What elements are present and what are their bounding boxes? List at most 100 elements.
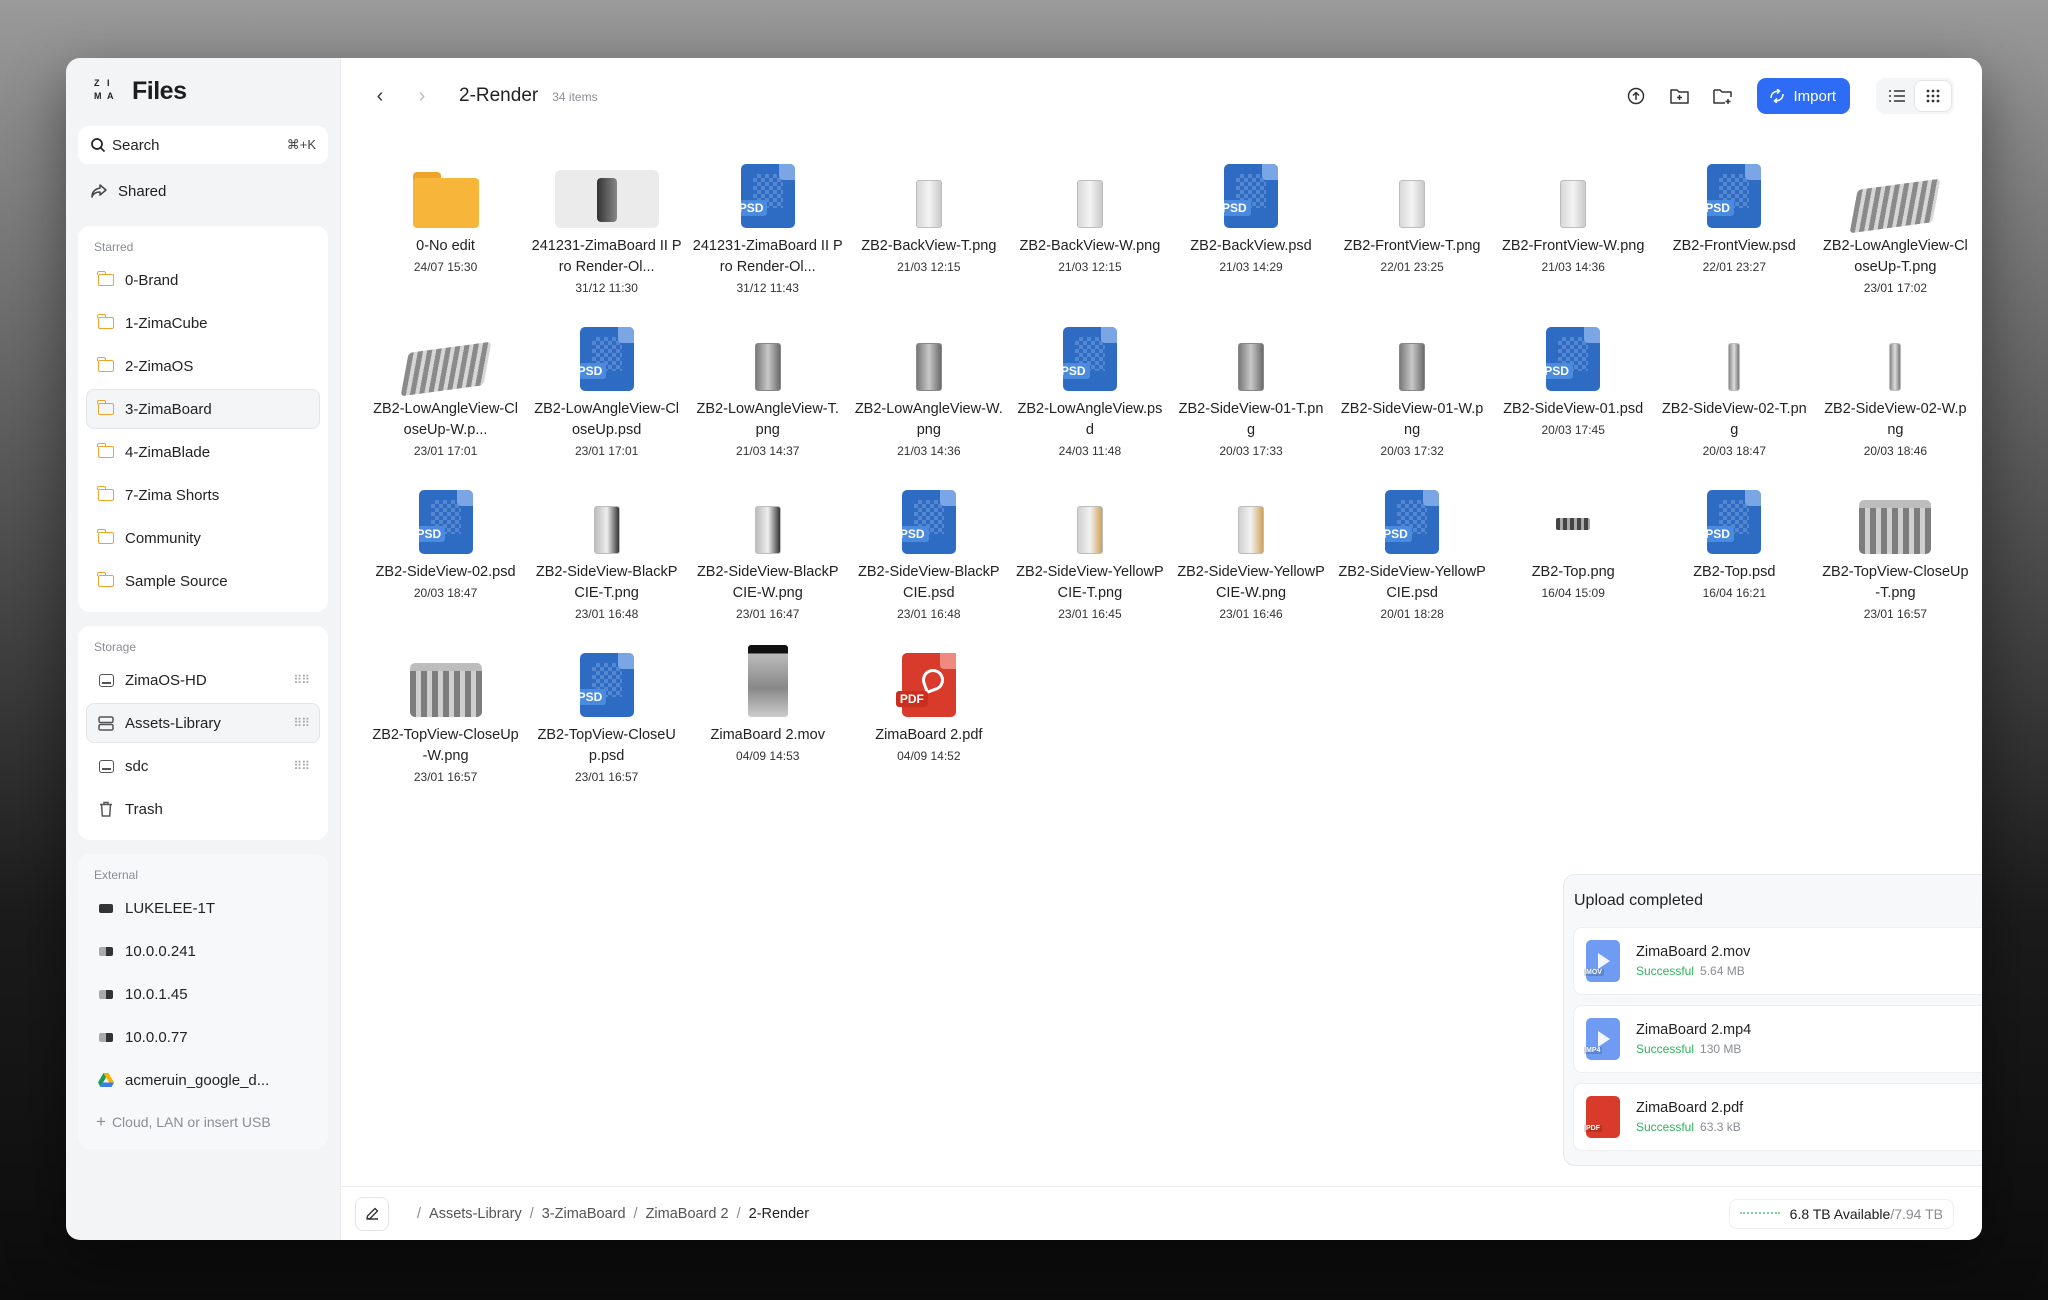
sidebar-item-2-zimaos[interactable]: 2-ZimaOS: [86, 346, 320, 386]
file-tile[interactable]: ZB2-LowAngleView-CloseUp-T.png 23/01 17:0…: [1815, 154, 1976, 295]
upload-button[interactable]: [1619, 79, 1653, 113]
sidebar-item-sdc[interactable]: sdc ⠿⠿: [86, 746, 320, 786]
edit-path-button[interactable]: [355, 1196, 389, 1231]
file-name: ZB2-SideView-01-W.png: [1340, 401, 1484, 438]
file-tile[interactable]: 0-No edit 24/07 15:30: [365, 154, 526, 295]
file-date: 21/03 14:36: [1541, 260, 1605, 274]
file-tile[interactable]: ZB2-LowAngleView-CloseUp-W.p... 23/01 17:…: [365, 317, 526, 458]
network-drive-icon: [99, 1032, 113, 1042]
file-date: 24/03 11:48: [1058, 444, 1122, 458]
file-tile[interactable]: ZB2-SideView-YellowPCIE-W.png 23/01 16:46: [1170, 480, 1331, 621]
trash-icon: [100, 801, 112, 817]
sidebar-item-1-zimacube[interactable]: 1-ZimaCube: [86, 303, 320, 343]
file-tile[interactable]: PSD ZB2-BackView.psd 21/03 14:29: [1170, 154, 1331, 295]
sidebar-item-google-drive[interactable]: acmeruin_google_d...: [86, 1060, 320, 1100]
file-tile[interactable]: PSD ZB2-Top.psd 16/04 16:21: [1654, 480, 1815, 621]
file-tile[interactable]: ZB2-FrontView-T.png 22/01 23:25: [1332, 154, 1493, 295]
upload-header: Upload completed ✕: [1573, 875, 1982, 927]
toolbar-actions: Import: [1610, 78, 1954, 114]
list-view-button[interactable]: [1879, 81, 1915, 111]
file-tile[interactable]: PSD ZB2-SideView-01.psd 20/03 17:45: [1493, 317, 1654, 458]
sidebar-item-10-0-0-241[interactable]: 10.0.0.241: [86, 931, 320, 971]
file-tile[interactable]: ZimaBoard 2.mov 04/09 14:53: [687, 643, 848, 784]
file-tile[interactable]: PSD 241231-ZimaBoard II Pro Render-Ol... 3…: [687, 154, 848, 295]
sidebar-item-10-0-1-45[interactable]: 10.0.1.45: [86, 974, 320, 1014]
drag-handle-icon[interactable]: ⠿⠿: [293, 716, 310, 730]
sidebar-item-0-brand[interactable]: 0-Brand: [86, 260, 320, 300]
file-date: 21/03 12:15: [1058, 260, 1122, 274]
file-tile[interactable]: ZB2-BackView-W.png 21/03 12:15: [1009, 154, 1170, 295]
file-tile[interactable]: ZB2-LowAngleView-T.png 21/03 14:37: [687, 317, 848, 458]
video-thumbnail: [747, 645, 788, 717]
file-tile[interactable]: PSD ZB2-LowAngleView-CloseUp.psd 23/01 17:…: [526, 317, 687, 458]
sidebar-item-assets-library[interactable]: Assets-Library ⠿⠿: [86, 703, 320, 743]
breadcrumb-item[interactable]: Assets-Library: [429, 1206, 522, 1222]
upload-status: Successful: [1636, 1120, 1695, 1134]
storage-indicator[interactable]: 6.8 TB Available /7.94 TB: [1728, 1198, 1954, 1229]
file-tile[interactable]: ZB2-TopView-CloseUp-T.png 23/01 16:57: [1815, 480, 1976, 621]
file-tile[interactable]: ZB2-SideView-YellowPCIE-T.png 23/01 16:45: [1009, 480, 1170, 621]
grid-view-button[interactable]: [1915, 81, 1951, 111]
breadcrumb-item[interactable]: 3-ZimaBoard: [542, 1206, 626, 1222]
sidebar-item-community[interactable]: Community: [86, 518, 320, 558]
file-name: ZB2-FrontView-W.png: [1502, 238, 1645, 254]
file-tile[interactable]: ZB2-BackView-T.png 21/03 12:15: [848, 154, 1009, 295]
file-date: 31/12 11:43: [736, 281, 799, 295]
sidebar-item-3-zimaboard[interactable]: 3-ZimaBoard: [86, 389, 320, 429]
file-tile[interactable]: ZB2-FrontView-W.png 21/03 14:36: [1493, 154, 1654, 295]
file-name: ZB2-LowAngleView-CloseUp-W.p...: [373, 401, 518, 438]
upload-item[interactable]: PDF ZimaBoard 2.pdf Successful 63.3 kB: [1573, 1083, 1982, 1151]
psd-file-icon: PSD: [1062, 327, 1117, 391]
import-button[interactable]: Import: [1757, 78, 1850, 114]
new-folder-button[interactable]: [1662, 79, 1696, 113]
app-title: Files: [132, 76, 187, 105]
sidebar-item-shared[interactable]: Shared: [78, 170, 328, 212]
file-tile[interactable]: ZB2-LowAngleView-W.png 21/03 14:36: [848, 317, 1009, 458]
sidebar-item-zimaos-hd[interactable]: ZimaOS-HD ⠿⠿: [86, 660, 320, 700]
psd-file-icon: PSD: [1707, 490, 1762, 554]
file-tile[interactable]: ZB2-SideView-01-W.png 20/03 17:32: [1332, 317, 1493, 458]
file-tile[interactable]: ZB2-SideView-BlackPCIE-W.png 23/01 16:47: [687, 480, 848, 621]
breadcrumb-item[interactable]: ZimaBoard 2: [646, 1206, 729, 1222]
file-date: 21/03 12:15: [897, 260, 961, 274]
add-storage-button[interactable]: + Cloud, LAN or insert USB: [86, 1103, 320, 1141]
file-tile[interactable]: PSD ZB2-LowAngleView.psd 24/03 11:48: [1009, 317, 1170, 458]
file-tile[interactable]: PSD ZB2-TopView-CloseUp.psd 23/01 16:57: [526, 643, 687, 784]
file-tile[interactable]: PSD ZB2-FrontView.psd 22/01 23:27: [1654, 154, 1815, 295]
file-tile[interactable]: PSD ZB2-SideView-BlackPCIE.psd 23/01 16:48: [848, 480, 1009, 621]
sidebar-item-sample-source[interactable]: Sample Source: [86, 561, 320, 601]
file-thumbnail: PSD: [1521, 317, 1625, 391]
drag-handle-icon[interactable]: ⠿⠿: [293, 673, 310, 687]
file-tile[interactable]: ZB2-SideView-02-T.png 20/03 18:47: [1654, 317, 1815, 458]
upload-item[interactable]: MOV ZimaBoard 2.mov Successful 5.64 MB: [1573, 927, 1982, 995]
file-tile[interactable]: ZB2-SideView-BlackPCIE-T.png 23/01 16:48: [526, 480, 687, 621]
file-tile[interactable]: PSD ZB2-SideView-YellowPCIE.psd 20/01 18:2…: [1332, 480, 1493, 621]
file-tile[interactable]: ZB2-Top.png 16/04 15:09: [1493, 480, 1654, 621]
file-thumbnail: PSD: [1199, 154, 1303, 228]
add-location-button[interactable]: [1705, 79, 1739, 113]
file-tile[interactable]: PSD ZB2-SideView-02.psd 20/03 18:47: [365, 480, 526, 621]
file-date: 23/01 16:45: [1058, 607, 1122, 621]
file-thumbnail: [394, 643, 498, 717]
sidebar-item-4-zimablade[interactable]: 4-ZimaBlade: [86, 432, 320, 472]
file-date: 23/01 16:57: [574, 770, 639, 784]
file-tile[interactable]: ZB2-TopView-CloseUp-W.png 23/01 16:57: [365, 643, 526, 784]
breadcrumb: / Assets-Library / 3-ZimaBoard / ZimaBoa…: [417, 1205, 810, 1222]
sidebar-item-trash[interactable]: Trash: [86, 789, 320, 829]
breadcrumb-current: 2-Render: [748, 1205, 810, 1222]
sidebar-item-7-zima-shorts[interactable]: 7-Zima Shorts: [86, 475, 320, 515]
file-tile[interactable]: 241231-ZimaBoard II Pro Render-Ol... 31/1…: [526, 154, 687, 295]
search-button[interactable]: Search ⌘+K: [78, 126, 328, 164]
file-tile[interactable]: PDF ZimaBoard 2.pdf 04/09 14:52: [848, 643, 1009, 784]
back-button[interactable]: ‹: [365, 85, 395, 108]
sidebar-item-10-0-0-77[interactable]: 10.0.0.77: [86, 1017, 320, 1057]
external-section: External LUKELEE-1T 10.0.0.241 10.0.1.45…: [78, 854, 328, 1149]
external-label: External: [94, 868, 139, 882]
psd-file-icon: PSD: [579, 653, 634, 717]
sidebar-item-lukelee-1t[interactable]: LUKELEE-1T: [86, 888, 320, 928]
forward-button[interactable]: ›: [407, 85, 437, 108]
drag-handle-icon[interactable]: ⠿⠿: [293, 759, 310, 773]
file-tile[interactable]: ZB2-SideView-02-W.png 20/03 18:46: [1815, 317, 1976, 458]
upload-item[interactable]: MP4 ZimaBoard 2.mp4 Successful 130 MB: [1573, 1005, 1982, 1073]
file-tile[interactable]: ZB2-SideView-01-T.png 20/03 17:33: [1170, 317, 1331, 458]
